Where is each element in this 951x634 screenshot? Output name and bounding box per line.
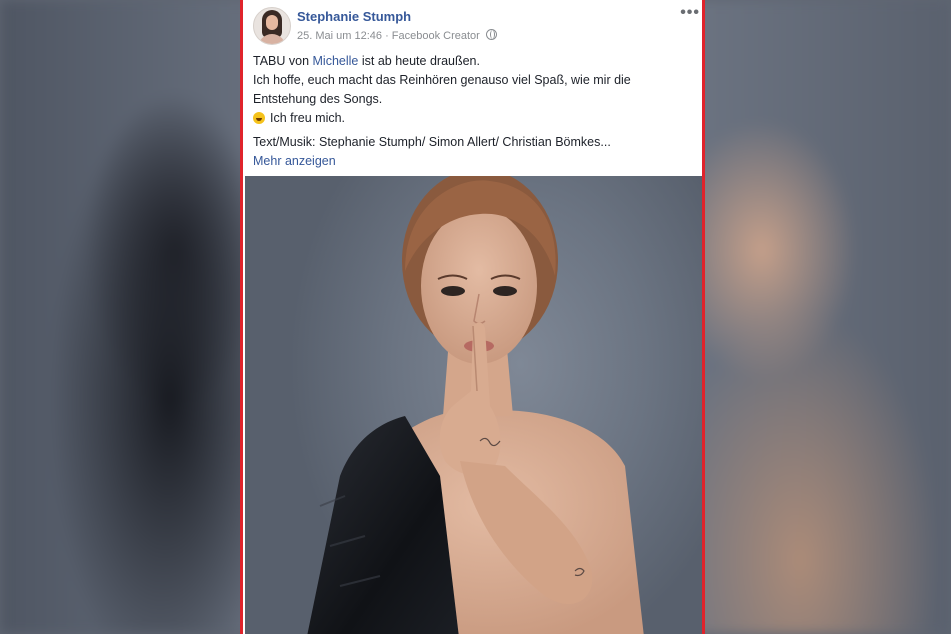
post-text-line: TABU von Michelle ist ab heute draußen.	[253, 52, 692, 71]
meta-separator: ·	[385, 30, 389, 42]
post-photo[interactable]	[245, 176, 702, 634]
mention-link[interactable]: Michelle	[313, 54, 359, 68]
more-options-icon[interactable]: •••	[680, 4, 700, 22]
avatar[interactable]	[253, 7, 291, 45]
see-more-link[interactable]: Mehr anzeigen	[253, 152, 692, 171]
post-text: TABU von Michelle ist ab heute draußen. …	[243, 52, 702, 171]
smiling-face-emoji-icon	[253, 112, 265, 124]
facebook-post-card: Stephanie Stumph 25. Mai um 12:46 · Face…	[240, 0, 705, 634]
globe-icon[interactable]	[485, 29, 497, 40]
post-header: Stephanie Stumph 25. Mai um 12:46 · Face…	[243, 0, 702, 52]
text-segment: ist ab heute draußen.	[358, 54, 480, 68]
author-name[interactable]: Stephanie Stumph	[297, 9, 411, 24]
post-meta: 25. Mai um 12:46 · Facebook Creator	[297, 29, 497, 42]
text-segment: Ich freu mich.	[270, 111, 346, 125]
text-segment: TABU von	[253, 54, 313, 68]
post-text-line: Entstehung des Songs.	[253, 92, 383, 106]
post-text-line: Ich hoffe, euch macht das Reinhören gena…	[253, 73, 631, 87]
post-text-line: Text/Musik: Stephanie Stumph/ Simon Alle…	[253, 135, 611, 149]
author-role: Facebook Creator	[391, 30, 480, 42]
post-timestamp[interactable]: 25. Mai um 12:46	[297, 30, 382, 42]
post-text-line: Ich freu mich.	[253, 109, 692, 128]
portrait-photo-icon	[307, 176, 644, 634]
